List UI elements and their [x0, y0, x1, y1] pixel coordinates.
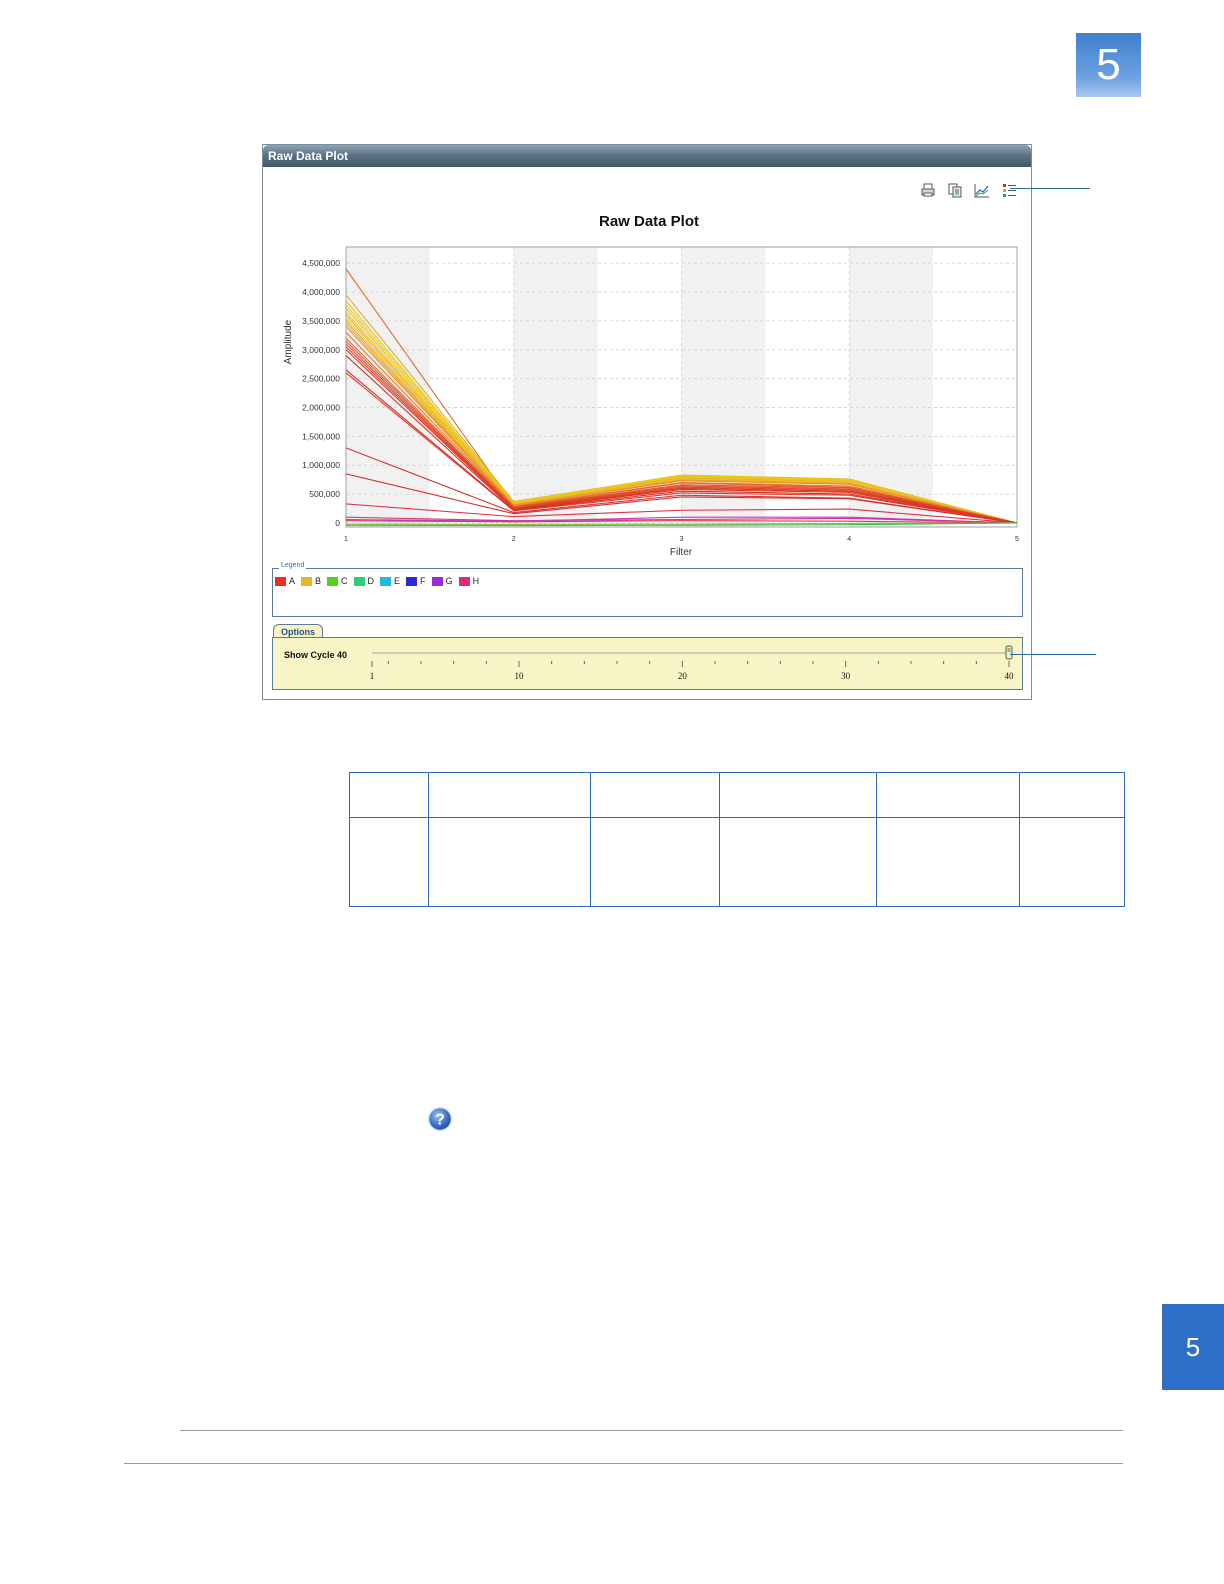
table-cell	[428, 772, 591, 818]
legend-item: H	[458, 576, 480, 586]
table-cell	[876, 817, 1020, 907]
legend-item: D	[353, 576, 375, 586]
legend-swatch	[380, 576, 392, 586]
plot-band	[513, 247, 598, 527]
table-cell	[590, 817, 720, 907]
raw-data-plot-chart: 0 500,000 1,000,000 1,500,000 2,000,000 2,500…	[283, 213, 1019, 558]
legend-swatch	[431, 576, 443, 586]
options-tab[interactable]: Options	[273, 624, 323, 638]
legend-item: C	[327, 576, 348, 586]
plot-settings-icon[interactable]	[973, 182, 990, 199]
legend-label: E	[394, 576, 401, 586]
table-cell	[349, 772, 429, 818]
table-cell	[719, 772, 877, 818]
print-icon[interactable]	[920, 182, 937, 199]
legend-label: C	[341, 576, 348, 586]
table-cell	[876, 772, 1020, 818]
x-tick-label: 4	[847, 536, 851, 543]
copy-icon[interactable]	[947, 182, 964, 199]
legend-item: G	[431, 576, 453, 586]
callout-line-toolbar	[1010, 188, 1090, 189]
callout-line-slider	[1010, 654, 1096, 655]
legend-swatch	[353, 576, 365, 586]
legend-label: G	[445, 576, 453, 586]
table-cell	[1019, 817, 1125, 907]
table-cell	[1019, 772, 1125, 818]
legend-item: B	[301, 576, 321, 586]
plot-band	[933, 247, 1017, 527]
x-tick-label: 5	[1015, 536, 1019, 543]
y-tick-label: 2,000,000	[302, 402, 340, 412]
legend-swatch	[458, 576, 470, 586]
legend-swatch	[275, 576, 286, 586]
x-tick-label: 3	[680, 536, 684, 543]
slider-scale-label: 1	[370, 671, 375, 681]
y-axis-label: Amplitude	[283, 319, 294, 364]
y-tick-label: 4,500,000	[302, 258, 340, 268]
legend-title: Legend	[279, 562, 307, 569]
slider-scale-label: 10	[515, 671, 525, 681]
table-cell	[590, 772, 720, 818]
info-table	[349, 772, 1125, 907]
slider-scale-label: 20	[678, 671, 688, 681]
x-tick-label: 1	[344, 536, 348, 543]
table-cell	[349, 817, 429, 907]
legend-item: F	[406, 576, 426, 586]
legend-swatch	[327, 576, 339, 586]
y-tick-label: 500,000	[309, 489, 340, 499]
slider-scale-label: 40	[1005, 671, 1015, 681]
legend-item: E	[380, 576, 400, 586]
legend-label: H	[472, 576, 480, 586]
raw-data-plot-window: Raw Data Plot 0 500,000 1,000,000 1,500,…	[262, 144, 1032, 700]
chapter-side-tab: 5	[1162, 1304, 1224, 1390]
legend-label: A	[289, 576, 296, 586]
y-tick-label: 0	[335, 518, 340, 528]
cycle-slider[interactable]: 1 10 20 30 40	[273, 638, 1022, 689]
svg-text:?: ?	[435, 1112, 445, 1129]
table-row	[349, 817, 1125, 907]
slider-thumb[interactable]	[1005, 645, 1013, 660]
chart-title: Raw Data Plot	[599, 213, 699, 230]
x-axis-label: Filter	[670, 547, 693, 558]
legend-label: B	[315, 576, 322, 586]
table-cell	[428, 817, 591, 907]
y-tick-label: 3,000,000	[302, 345, 340, 355]
chapter-number-badge: 5	[1076, 33, 1141, 97]
x-tick-label: 2	[512, 536, 516, 543]
y-tick-label: 4,000,000	[302, 287, 340, 297]
window-title: Raw Data Plot	[263, 145, 1031, 167]
help-icon[interactable]: ?	[427, 1106, 453, 1132]
y-tick-label: 1,500,000	[302, 431, 340, 441]
legend-label: D	[367, 576, 375, 586]
y-tick-label: 2,500,000	[302, 374, 340, 384]
slider-scale-label: 30	[841, 671, 851, 681]
legend-toggle-icon[interactable]	[1001, 182, 1018, 199]
legend-items: A B C D E F G H	[275, 576, 485, 586]
footer-rule-lower	[124, 1463, 1123, 1464]
legend-swatch	[406, 576, 418, 586]
legend-swatch	[301, 576, 313, 586]
options-panel: Show Cycle 40 1 10 20 30 40	[272, 637, 1023, 690]
legend-item: A	[275, 576, 295, 586]
legend-panel: Legend A B C D E F G H	[272, 562, 1023, 617]
legend-label: F	[420, 576, 426, 586]
footer-rule-upper	[180, 1430, 1123, 1431]
y-tick-label: 3,500,000	[302, 316, 340, 326]
y-tick-label: 1,000,000	[302, 460, 340, 470]
table-header-row	[349, 772, 1125, 818]
table-cell	[719, 817, 877, 907]
